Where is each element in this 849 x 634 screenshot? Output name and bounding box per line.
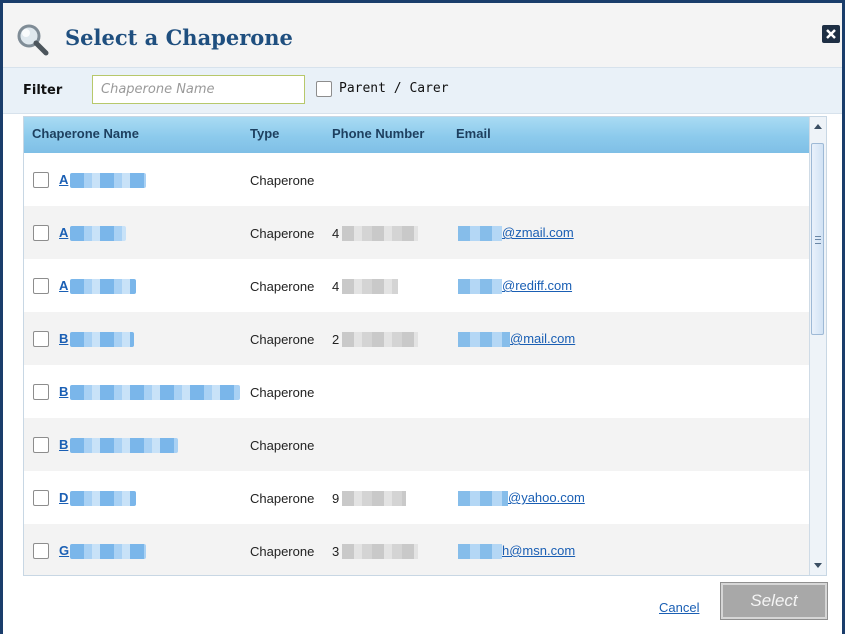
type-cell: Chaperone bbox=[250, 332, 315, 347]
parent-carer-label: Parent / Carer bbox=[339, 81, 449, 96]
column-header-type[interactable]: Type bbox=[250, 126, 279, 141]
row-checkbox[interactable] bbox=[33, 490, 49, 506]
table-row[interactable]: G Chaperone 3 h@msn.com bbox=[24, 524, 826, 575]
phone-cell: 3 bbox=[332, 544, 340, 559]
table-row[interactable]: B Chaperone bbox=[24, 418, 826, 471]
type-cell: Chaperone bbox=[250, 226, 315, 241]
redacted-name bbox=[70, 279, 136, 294]
phone-cell: 4 bbox=[332, 226, 340, 241]
table-row[interactable]: A Chaperone 4 @rediff.com bbox=[24, 259, 826, 312]
column-header-phone[interactable]: Phone Number bbox=[332, 126, 424, 141]
redacted-email bbox=[458, 332, 510, 347]
filter-bar: Filter Parent / Carer bbox=[3, 67, 842, 114]
scroll-up-arrow-icon[interactable] bbox=[810, 119, 826, 135]
redacted-phone bbox=[342, 544, 418, 559]
chaperone-name-link[interactable]: G bbox=[59, 543, 69, 558]
row-checkbox[interactable] bbox=[33, 225, 49, 241]
chaperone-name-link[interactable]: D bbox=[59, 490, 68, 505]
filter-label: Filter bbox=[23, 83, 63, 98]
phone-cell: 2 bbox=[332, 332, 340, 347]
chaperone-name-link[interactable]: B bbox=[59, 331, 68, 346]
email-link[interactable]: @yahoo.com bbox=[508, 490, 585, 505]
column-header-email[interactable]: Email bbox=[456, 126, 491, 141]
chaperone-name-link[interactable]: B bbox=[59, 384, 68, 399]
email-link[interactable]: @zmail.com bbox=[502, 225, 574, 240]
type-cell: Chaperone bbox=[250, 173, 315, 188]
type-cell: Chaperone bbox=[250, 491, 315, 506]
column-header-name[interactable]: Chaperone Name bbox=[32, 126, 139, 141]
type-cell: Chaperone bbox=[250, 438, 315, 453]
phone-cell: 9 bbox=[332, 491, 340, 506]
scroll-down-arrow-icon[interactable] bbox=[810, 557, 826, 573]
row-checkbox[interactable] bbox=[33, 278, 49, 294]
grid-rows: A Chaperone A Chaperone 4 @zmail.com A C… bbox=[24, 153, 826, 575]
close-button[interactable] bbox=[822, 25, 840, 43]
redacted-name bbox=[70, 491, 136, 506]
magnifier-icon bbox=[17, 24, 49, 56]
chaperone-name-link[interactable]: A bbox=[59, 225, 68, 240]
redacted-email bbox=[458, 226, 502, 241]
select-button[interactable]: Select bbox=[721, 583, 827, 619]
redacted-phone bbox=[342, 279, 398, 294]
table-row[interactable]: B Chaperone 2 @mail.com bbox=[24, 312, 826, 365]
email-link[interactable]: @rediff.com bbox=[502, 278, 572, 293]
type-cell: Chaperone bbox=[250, 544, 315, 559]
row-checkbox[interactable] bbox=[33, 437, 49, 453]
type-cell: Chaperone bbox=[250, 279, 315, 294]
redacted-phone bbox=[342, 226, 418, 241]
chaperone-grid: Chaperone Name Type Phone Number Email A… bbox=[23, 116, 827, 576]
redacted-email bbox=[458, 544, 502, 559]
chaperone-name-filter-input[interactable] bbox=[92, 75, 305, 104]
close-x-icon bbox=[826, 29, 836, 39]
dialog-title: Select a Chaperone bbox=[65, 25, 293, 50]
scroll-thumb[interactable] bbox=[811, 143, 824, 335]
cancel-link[interactable]: Cancel bbox=[659, 600, 699, 615]
redacted-email bbox=[458, 279, 502, 294]
table-row[interactable]: A Chaperone bbox=[24, 153, 826, 206]
select-chaperone-dialog: Select a Chaperone Filter Parent / Carer… bbox=[0, 0, 845, 634]
row-checkbox[interactable] bbox=[33, 331, 49, 347]
grid-header: Chaperone Name Type Phone Number Email bbox=[24, 117, 826, 153]
redacted-name bbox=[70, 332, 134, 347]
table-row[interactable]: D Chaperone 9 @yahoo.com bbox=[24, 471, 826, 524]
chaperone-name-link[interactable]: B bbox=[59, 437, 68, 452]
row-checkbox[interactable] bbox=[33, 384, 49, 400]
grid-scrollbar[interactable] bbox=[809, 117, 826, 575]
redacted-name bbox=[70, 173, 146, 188]
type-cell: Chaperone bbox=[250, 385, 315, 400]
grip-icon bbox=[815, 236, 821, 244]
table-row[interactable]: B Chaperone bbox=[24, 365, 826, 418]
parent-carer-checkbox[interactable] bbox=[316, 81, 332, 97]
redacted-name bbox=[70, 385, 240, 400]
redacted-name bbox=[70, 438, 178, 453]
redacted-email bbox=[458, 491, 508, 506]
row-checkbox[interactable] bbox=[33, 172, 49, 188]
email-link[interactable]: h@msn.com bbox=[502, 543, 575, 558]
chaperone-name-link[interactable]: A bbox=[59, 278, 68, 293]
phone-cell: 4 bbox=[332, 279, 340, 294]
table-row[interactable]: A Chaperone 4 @zmail.com bbox=[24, 206, 826, 259]
dialog-header: Select a Chaperone bbox=[3, 3, 842, 67]
email-link[interactable]: @mail.com bbox=[510, 331, 575, 346]
redacted-phone bbox=[342, 332, 418, 347]
redacted-phone bbox=[342, 491, 406, 506]
row-checkbox[interactable] bbox=[33, 543, 49, 559]
redacted-name bbox=[70, 544, 146, 559]
redacted-name bbox=[70, 226, 126, 241]
chaperone-name-link[interactable]: A bbox=[59, 172, 68, 187]
